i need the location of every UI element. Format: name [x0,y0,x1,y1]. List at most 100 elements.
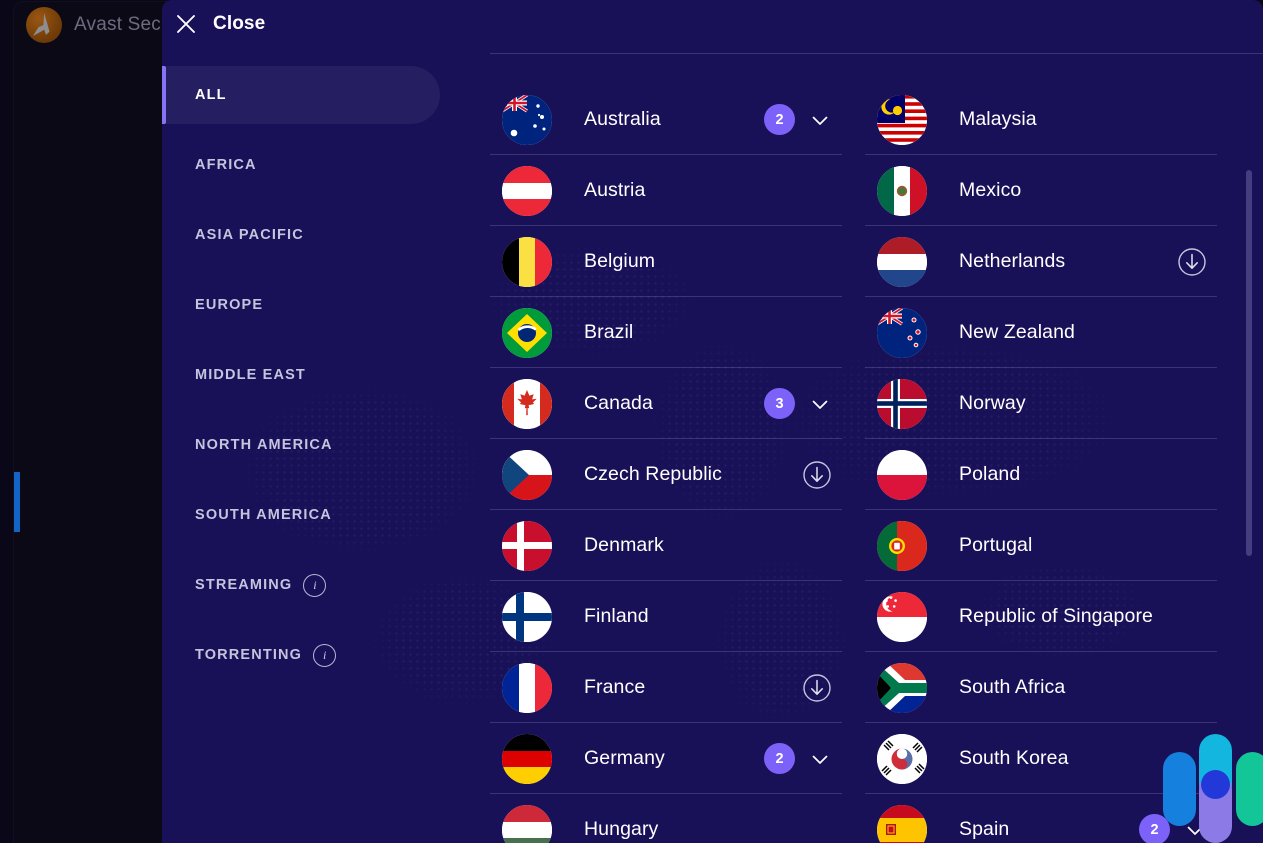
flag-icon-es [877,804,927,843]
sidebar-item-asia-pacific[interactable]: ASIA PACIFIC [162,200,490,270]
country-row[interactable]: Denmark [490,510,842,581]
flag-icon-nz [877,307,927,358]
country-name: New Zealand [959,321,1075,343]
country-row[interactable]: Malaysia [865,84,1217,155]
flag-icon-at [502,165,552,216]
server-count-badge: 2 [764,743,795,774]
country-row[interactable]: Republic of Singapore [865,581,1217,652]
country-name: Canada [584,392,653,414]
info-icon[interactable]: i [313,643,337,667]
country-row[interactable]: Norway [865,368,1217,439]
sidebar-item-label: EUROPE [195,297,264,313]
country-row[interactable]: Czech Republic [490,439,842,510]
country-name: South Africa [959,676,1066,698]
country-row[interactable]: Portugal [865,510,1217,581]
row-actions [802,652,832,723]
country-row[interactable]: Australia 2 [490,84,842,155]
sidebar-item-north-america[interactable]: NORTH AMERICA [162,410,490,480]
country-row[interactable]: Brazil [490,297,842,368]
flag-icon-de [502,733,552,784]
flag-icon-za [877,662,927,713]
row-actions [802,439,832,510]
close-label: Close [213,13,266,34]
row-actions: 2 [764,84,832,155]
country-row[interactable]: Canada 3 [490,368,842,439]
flag-icon-br [502,307,552,358]
country-row[interactable]: Hungary [490,794,842,843]
chevron-down-icon[interactable] [808,747,832,771]
country-name: Netherlands [959,250,1066,272]
country-name: Denmark [584,534,664,556]
sidebar-item-torrenting[interactable]: TORRENTING i [162,620,490,690]
close-button[interactable]: Close [162,0,1263,48]
country-name: France [584,676,646,698]
country-name: Brazil [584,321,634,343]
sidebar-item-streaming[interactable]: STREAMING i [162,550,490,620]
location-picker-dialog: Close ALL AFRICA ASIA PACIFIC EUROPE MIDDLE … [162,0,1263,843]
country-row[interactable]: Belgium [490,226,842,297]
country-row[interactable]: France [490,652,842,723]
sidebar-item-label: NORTH AMERICA [195,437,333,453]
country-row[interactable]: Mexico [865,155,1217,226]
info-icon[interactable]: i [303,573,327,597]
flag-icon-pt [877,520,927,571]
widget-bar-blue [1163,752,1196,826]
sidebar-item-europe[interactable]: EUROPE [162,270,490,340]
sidebar-item-south-america[interactable]: SOUTH AMERICA [162,480,490,550]
scrollbar-thumb[interactable] [1246,170,1252,556]
download-icon[interactable] [802,673,832,703]
row-actions: 2 [764,723,832,794]
download-icon[interactable] [802,460,832,490]
country-name: Austria [584,179,646,201]
sidebar-item-middle-east[interactable]: MIDDLE EAST [162,340,490,410]
background-side-strip [14,472,20,532]
country-row[interactable]: Austria [490,155,842,226]
country-row[interactable]: Germany 2 [490,723,842,794]
flag-icon-be [502,236,552,287]
server-count-badge: 2 [764,104,795,135]
chevron-down-icon[interactable] [808,108,832,132]
floating-status-widget[interactable] [1163,728,1263,843]
country-name: Germany [584,747,665,769]
download-icon[interactable] [1177,247,1207,277]
country-column-left: Australia 2 Austria Belgium Brazil Canada 3 C… [490,84,842,843]
chevron-down-icon[interactable] [808,392,832,416]
country-name: Malaysia [959,108,1037,130]
flag-icon-my [877,94,927,145]
country-name: Norway [959,392,1026,414]
flag-icon-sg [877,591,927,642]
flag-icon-fi [502,591,552,642]
sidebar-item-africa[interactable]: AFRICA [162,130,490,200]
flag-icon-dk [502,520,552,571]
country-row[interactable]: Finland [490,581,842,652]
widget-dot [1201,770,1230,799]
list-scrollbar[interactable] [1246,0,1252,843]
country-row[interactable]: Netherlands [865,226,1217,297]
row-actions [1177,226,1207,297]
flag-icon-nl [877,236,927,287]
flag-icon-fr [502,662,552,713]
country-name: Hungary [584,818,659,840]
country-name: Finland [584,605,649,627]
sidebar-item-label: ASIA PACIFIC [195,227,304,243]
country-name: Spain [959,818,1010,840]
flag-icon-mx [877,165,927,216]
flag-icon-kr [877,733,927,784]
sidebar-item-label: MIDDLE EAST [195,367,306,383]
sidebar-item-label: ALL [195,87,227,103]
flag-icon-pl [877,449,927,500]
country-row[interactable]: New Zealand [865,297,1217,368]
sidebar-item-label: AFRICA [195,157,257,173]
sidebar-active-accent [162,66,166,124]
category-sidebar: ALL AFRICA ASIA PACIFIC EUROPE MIDDLE EAST NO… [162,60,490,843]
sidebar-item-all[interactable]: ALL [162,60,490,130]
list-top-divider [490,53,1263,54]
country-name: Belgium [584,250,656,272]
close-icon[interactable] [173,11,199,37]
country-list-area: Australia 2 Austria Belgium Brazil Canada 3 C… [490,0,1263,843]
country-row[interactable]: Poland [865,439,1217,510]
country-row[interactable]: South Africa [865,652,1217,723]
country-name: Poland [959,463,1021,485]
country-name: South Korea [959,747,1069,769]
avast-window-title: Avast Secu [74,14,172,35]
